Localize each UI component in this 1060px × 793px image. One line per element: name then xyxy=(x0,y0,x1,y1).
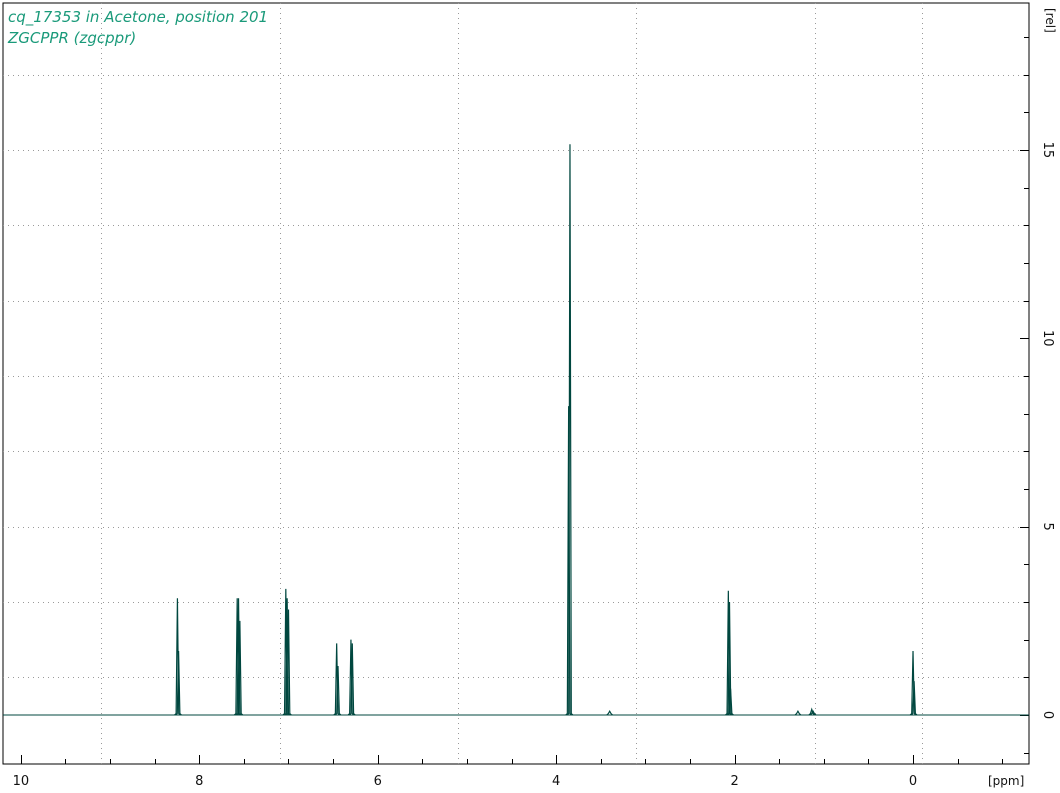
y-tick-label: 10 xyxy=(1040,330,1055,347)
y-tick-label: 15 xyxy=(1040,142,1055,159)
y-axis-unit-label: [rel] xyxy=(1043,8,1057,33)
y-tick-label: 0 xyxy=(1040,711,1055,719)
x-tick-label: 10 xyxy=(13,774,30,789)
x-tick-label: 2 xyxy=(730,774,738,789)
x-axis-unit-label: [ppm] xyxy=(988,774,1024,788)
x-tick-label: 8 xyxy=(195,774,203,789)
plot-frame xyxy=(2,2,1030,765)
spectrum-subtitle: ZGCPPR (zgcppr) xyxy=(7,29,136,47)
x-tick-label: 4 xyxy=(552,774,560,789)
x-tick-label: 0 xyxy=(909,774,917,789)
nmr-spectrum-chart: 10 8 6 4 2 0 0 5 10 15 cq_17353 in Acetone, posit… xyxy=(2,2,1057,789)
y-tick-label: 5 xyxy=(1040,523,1055,531)
x-tick-label: 6 xyxy=(374,774,382,789)
spectrum-title: cq_17353 in Acetone, position 201 xyxy=(8,8,268,27)
